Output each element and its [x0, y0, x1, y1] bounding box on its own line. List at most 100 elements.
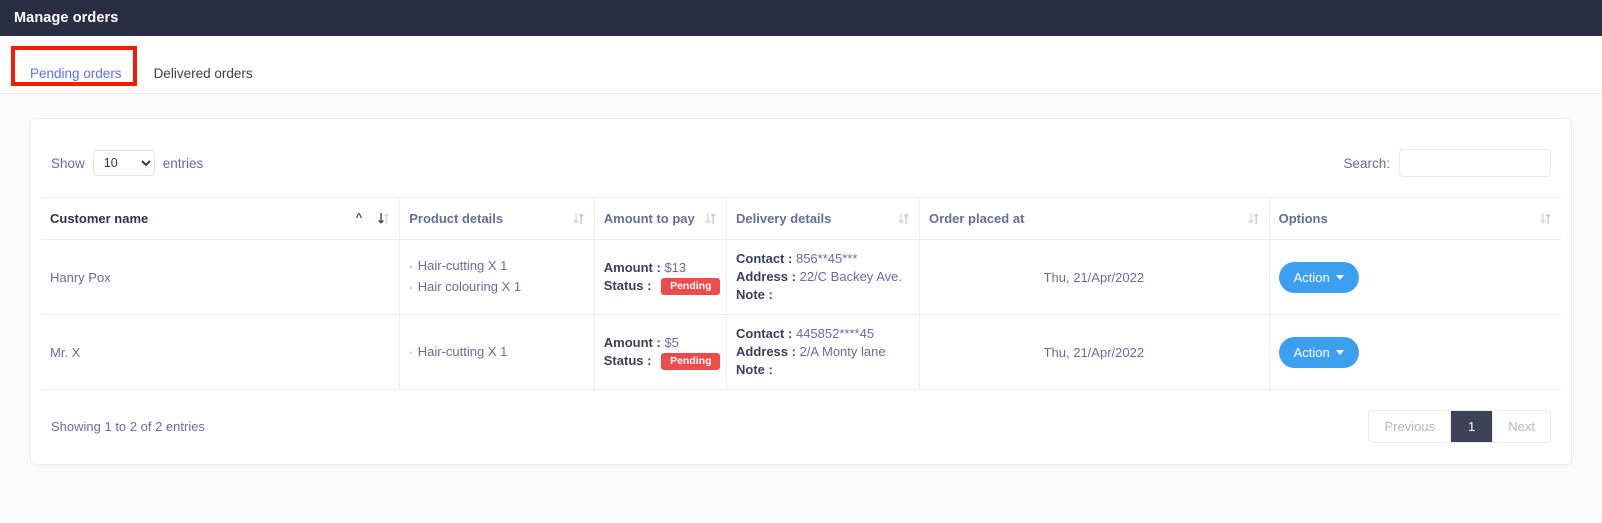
cell-product-details: ◦ Hair-cutting X 1: [399, 314, 595, 390]
bullet-circle-icon: ◦: [409, 262, 413, 273]
sort-toggle-icon: [898, 212, 909, 225]
amount-value: $5: [664, 334, 679, 350]
page-length-control: Show 10 25 50 100 entries: [51, 150, 203, 176]
cell-customer-name: Hanry Pox: [41, 239, 401, 315]
action-button[interactable]: Action: [1278, 336, 1359, 368]
pagination-page-1[interactable]: 1: [1451, 411, 1494, 442]
product-label: Hair colouring X 1: [417, 279, 522, 294]
action-button[interactable]: Action: [1278, 261, 1359, 293]
status-label: Status :: [603, 277, 652, 293]
column-label: Delivery details: [736, 211, 832, 226]
contact-line: Contact : 856**45***: [736, 250, 909, 268]
product-label: Hair-cutting X 1: [417, 258, 508, 273]
orders-card: Show 10 25 50 100 entries Search:: [30, 118, 1572, 465]
product-item: ◦ Hair-cutting X 1: [409, 342, 584, 363]
search-control: Search:: [1343, 149, 1551, 177]
page-body: Show 10 25 50 100 entries Search:: [0, 94, 1602, 465]
table-row: Mr. X ◦ Hair-cutting X 1 Amount : $5 Stat…: [41, 314, 1561, 390]
sort-toggle-icon: [1540, 212, 1551, 225]
sort-toggle-icon: [378, 212, 389, 225]
cell-product-details: ◦ Hair-cutting X 1 ◦ Hair colouring X 1: [399, 239, 595, 315]
column-header-product-details[interactable]: Product details: [399, 197, 595, 240]
cell-order-placed-at: Thu, 21/Apr/2022: [919, 239, 1270, 315]
pagination-next[interactable]: Next: [1493, 411, 1550, 442]
amount-label: Amount :: [603, 259, 661, 275]
column-label: Amount to pay: [603, 211, 695, 226]
sort-toggle-icon: [572, 212, 584, 225]
search-input[interactable]: [1399, 149, 1551, 177]
cell-options: Action: [1269, 314, 1561, 390]
contact-label: Contact :: [736, 326, 793, 341]
column-header-options[interactable]: Options: [1269, 197, 1561, 240]
page-length-select[interactable]: 10 25 50 100: [92, 150, 155, 176]
column-label: Order placed at: [929, 211, 1025, 226]
note-label: Note :: [736, 362, 773, 377]
column-label: Options: [1278, 211, 1328, 226]
status-label: Status :: [603, 352, 652, 368]
chevron-down-icon: [1335, 274, 1344, 280]
bullet-circle-icon: ◦: [409, 283, 413, 294]
orders-table: Customer name ^ Product details Amount t…: [41, 197, 1561, 390]
address-line: Address : 2/A Monty lane: [736, 343, 909, 361]
tab-delivered-orders[interactable]: Delivered orders: [138, 66, 269, 95]
column-label: Customer name: [50, 211, 149, 226]
address-value: 2/A Monty lane: [799, 344, 886, 359]
amount-label: Amount :: [603, 334, 661, 350]
product-item: ◦ Hair colouring X 1: [409, 277, 584, 298]
address-label: Address :: [736, 269, 796, 284]
bullet-circle-icon: ◦: [409, 347, 413, 359]
column-header-order-placed-at[interactable]: Order placed at: [919, 197, 1270, 240]
address-label: Address :: [736, 344, 796, 359]
product-label: Hair-cutting X 1: [417, 343, 508, 359]
cell-amount-to-pay: Amount : $5 Status : Pending: [594, 314, 728, 390]
pagination: Previous 1 Next: [1368, 410, 1551, 443]
address-value: 22/C Backey Ave.: [799, 269, 902, 284]
sort-toggle-icon: [1247, 212, 1259, 225]
address-line: Address : 22/C Backey Ave.: [736, 268, 909, 286]
contact-value: 445852****45: [795, 326, 875, 341]
sort-asc-caret-icon: ^: [355, 212, 363, 224]
datatable-controls: Show 10 25 50 100 entries Search:: [41, 131, 1561, 197]
table-header-row: Customer name ^ Product details Amount t…: [41, 197, 1561, 240]
show-label: Show: [51, 155, 85, 171]
sort-toggle-icon: [705, 212, 716, 225]
datatable-footer: Showing 1 to 2 of 2 entries Previous 1 N…: [41, 390, 1561, 451]
app-header: Manage orders: [0, 0, 1602, 36]
action-button-label: Action: [1293, 344, 1330, 360]
cell-order-placed-at: Thu, 21/Apr/2022: [919, 314, 1270, 390]
amount-line: Amount : $13: [604, 259, 716, 277]
note-label: Note :: [736, 287, 773, 302]
cell-delivery-details: Contact : 856**45*** Address : 22/C Back…: [726, 239, 921, 315]
chevron-down-icon: [1335, 349, 1344, 355]
status-badge: Pending: [661, 352, 721, 371]
contact-label: Contact :: [736, 251, 793, 266]
cell-customer-name: Mr. X: [41, 314, 401, 390]
tab-pending-orders[interactable]: Pending orders: [14, 66, 138, 95]
search-label: Search:: [1343, 155, 1390, 171]
entries-info: Showing 1 to 2 of 2 entries: [51, 419, 205, 434]
tab-underline: [0, 93, 1602, 94]
column-header-delivery-details[interactable]: Delivery details: [726, 197, 921, 240]
page-title: Manage orders: [14, 10, 119, 26]
column-label: Product details: [409, 211, 504, 226]
pagination-previous[interactable]: Previous: [1369, 411, 1452, 442]
cell-options: Action: [1269, 239, 1561, 315]
status-badge: Pending: [661, 277, 721, 296]
tab-bar: Pending orders Delivered orders: [0, 36, 1602, 94]
contact-line: Contact : 445852****45: [736, 325, 909, 343]
note-line: Note :: [736, 361, 909, 379]
status-line: Status : Pending: [603, 352, 721, 371]
note-line: Note :: [736, 286, 909, 304]
amount-value: $13: [664, 259, 687, 275]
product-item: ◦ Hair-cutting X 1: [409, 256, 584, 277]
cell-delivery-details: Contact : 445852****45 Address : 2/A Mon…: [726, 314, 921, 390]
amount-line: Amount : $5: [604, 334, 716, 352]
status-line: Status : Pending: [603, 277, 721, 296]
column-header-customer-name[interactable]: Customer name ^: [41, 197, 401, 240]
entries-label: entries: [162, 155, 204, 171]
column-header-amount-to-pay[interactable]: Amount to pay: [594, 197, 728, 240]
table-row: Hanry Pox ◦ Hair-cutting X 1 ◦ Hair colour…: [41, 239, 1561, 315]
action-button-label: Action: [1293, 269, 1330, 285]
cell-amount-to-pay: Amount : $13 Status : Pending: [594, 239, 728, 315]
contact-value: 856**45***: [795, 251, 858, 266]
